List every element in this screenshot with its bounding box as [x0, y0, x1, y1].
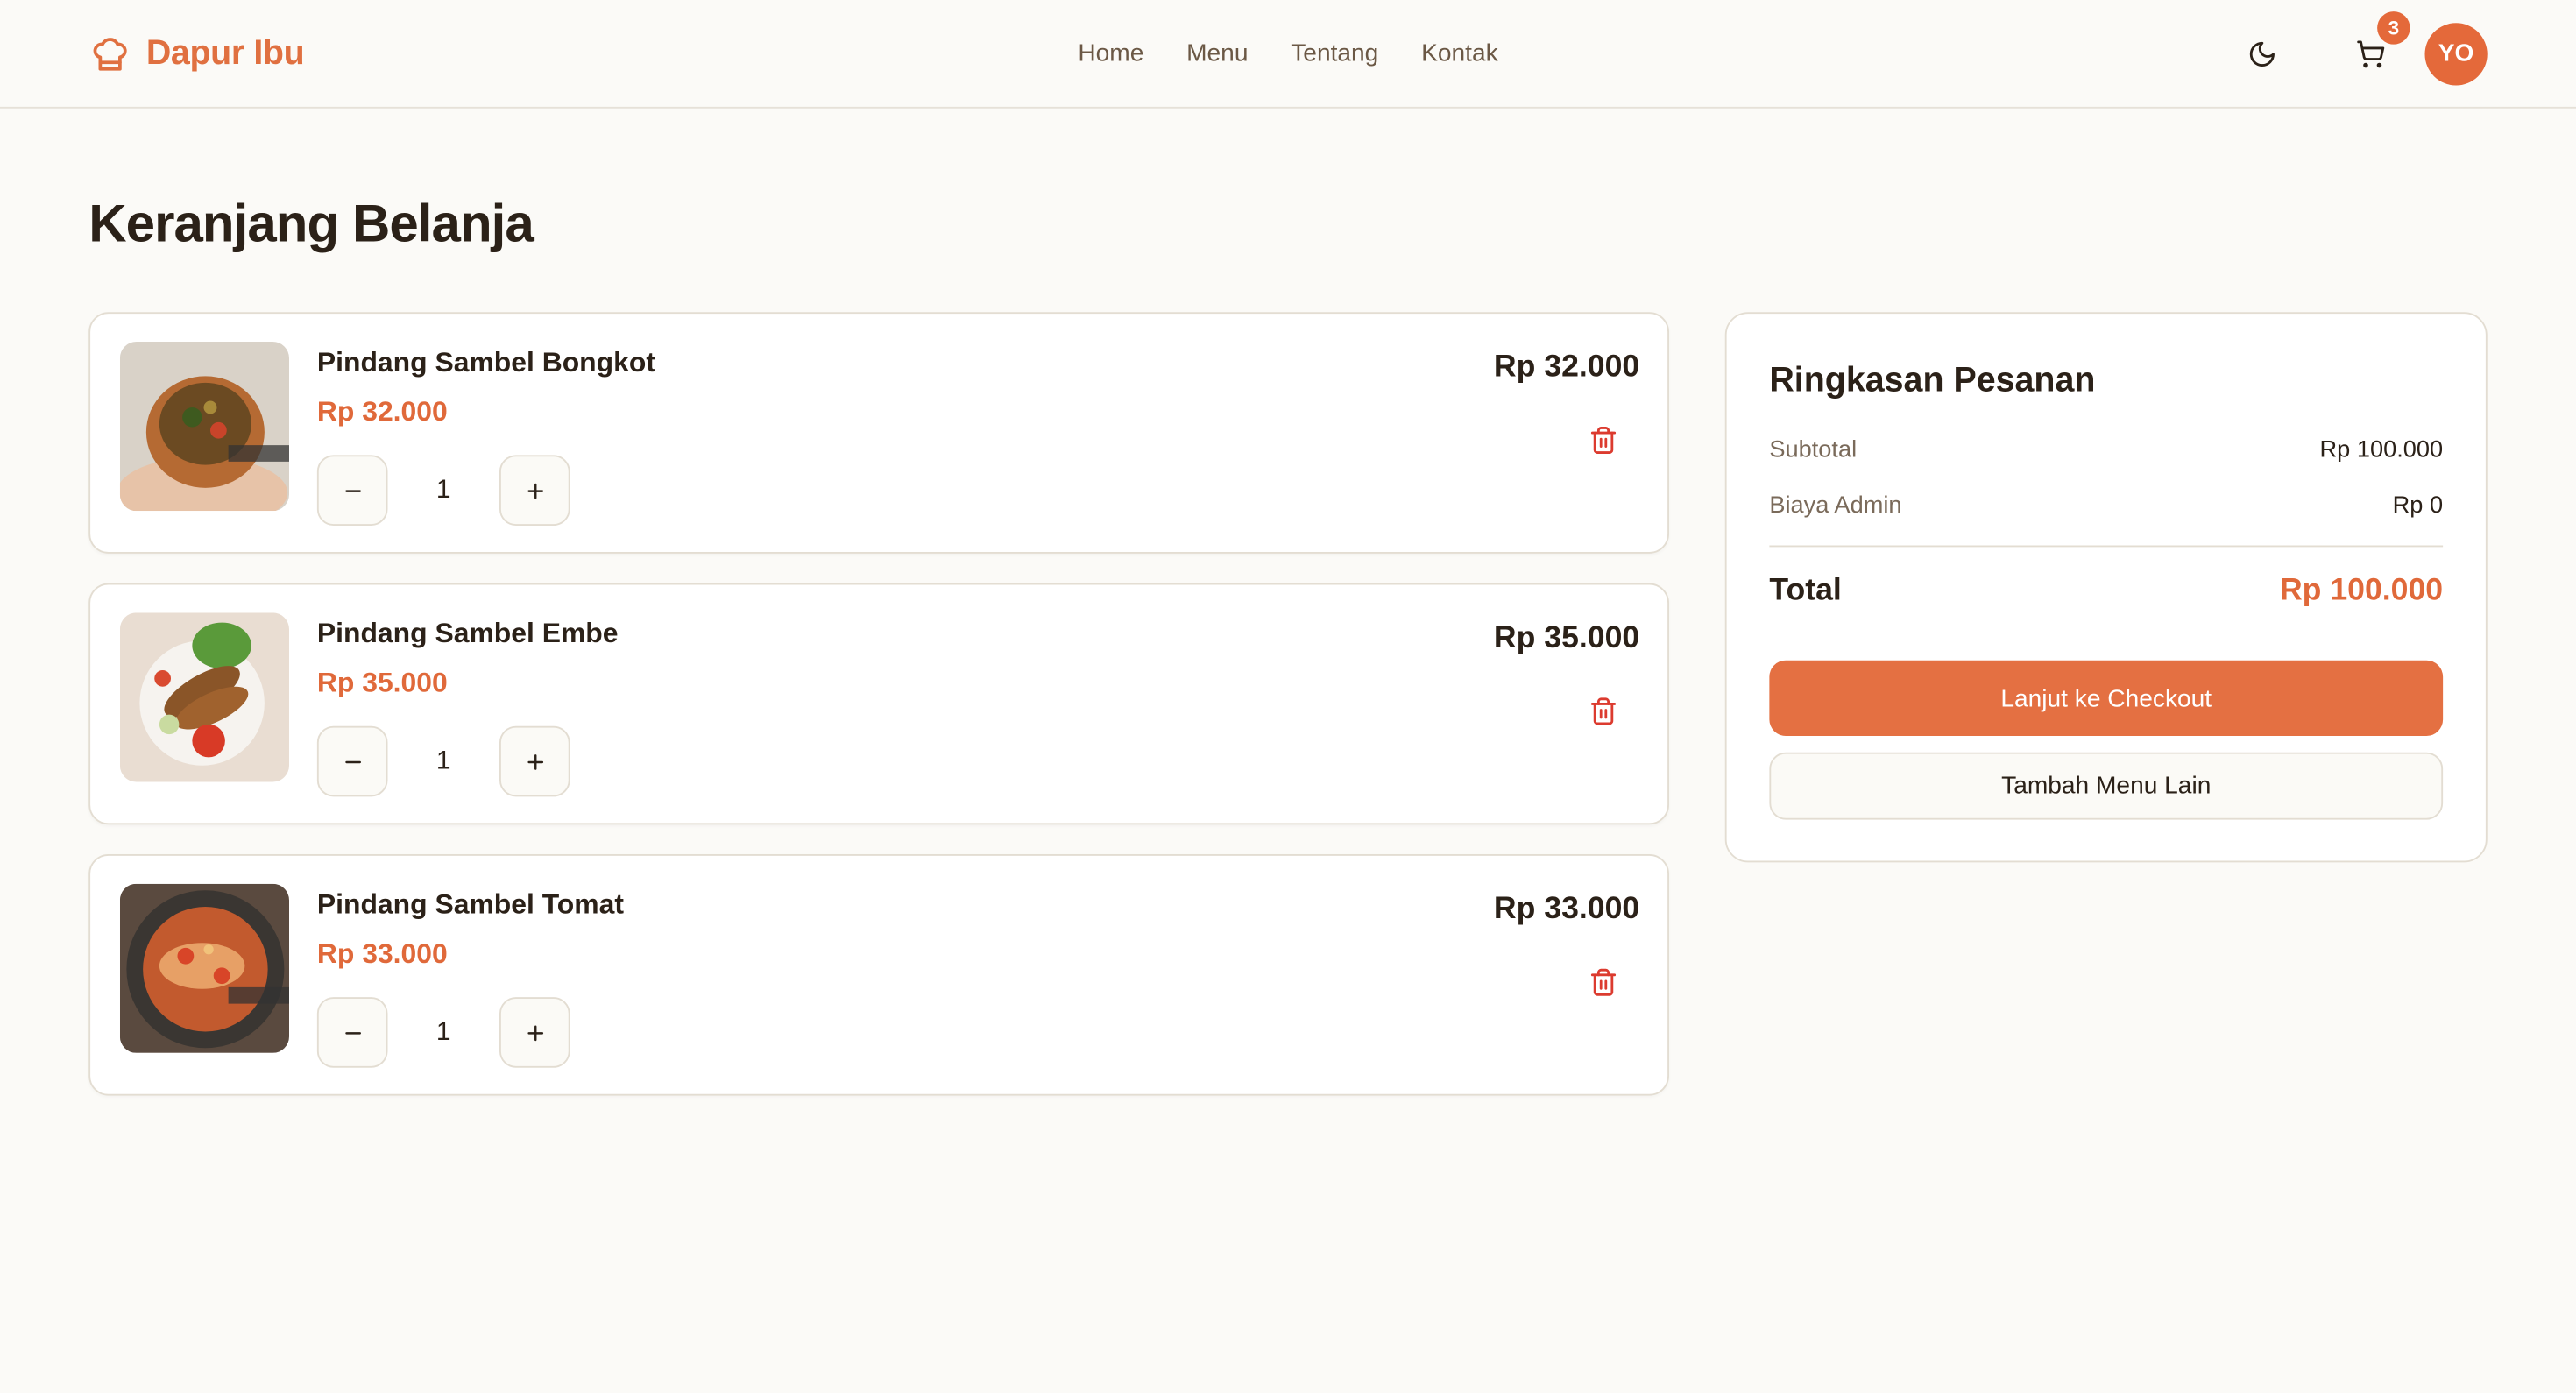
item-line-total: Rp 35.000 [1493, 620, 1640, 656]
item-image [119, 883, 289, 1053]
quantity-value: 1 [435, 475, 451, 504]
admin-fee-value: Rp 0 [2392, 492, 2444, 520]
top-navbar: Dapur Ibu Home Menu Tentang Kontak 3 YO [0, 0, 2576, 109]
nav-link-tentang[interactable]: Tentang [1291, 39, 1378, 67]
increase-quantity-button[interactable] [499, 455, 570, 526]
increase-quantity-button[interactable] [499, 997, 570, 1068]
user-avatar[interactable]: YO [2424, 22, 2488, 85]
minus-icon [344, 489, 361, 491]
quantity-stepper: 1 [316, 725, 570, 797]
item-line-total: Rp 32.000 [1493, 350, 1640, 385]
cart-count-badge: 3 [2377, 11, 2410, 44]
item-image [119, 342, 289, 512]
page: Dapur Ibu Home Menu Tentang Kontak 3 YO [0, 0, 2576, 1393]
quantity-value: 1 [435, 746, 451, 775]
item-name: Pindang Sambel Tomat [316, 888, 624, 920]
nav-link-menu[interactable]: Menu [1186, 39, 1248, 67]
theme-toggle-button[interactable] [2231, 22, 2293, 84]
trash-icon [1590, 697, 1617, 725]
quantity-value: 1 [435, 1017, 451, 1046]
order-summary-card: Ringkasan Pesanan Subtotal Rp 100.000 Bi… [1724, 312, 2488, 863]
summary-title: Ringkasan Pesanan [1769, 361, 2096, 400]
subtotal-value: Rp 100.000 [2319, 436, 2444, 463]
cart-items-list: Pindang Sambel Bongkot Rp 32.000 1 Rp 32… [88, 312, 1669, 1096]
page-title: Keranjang Belanja [88, 194, 534, 253]
checkout-button[interactable]: Lanjut ke Checkout [1769, 660, 2444, 736]
decrease-quantity-button[interactable] [316, 725, 388, 797]
total-label: Total [1769, 573, 1842, 608]
item-name: Pindang Sambel Bongkot [316, 346, 655, 378]
cart-item: Pindang Sambel Tomat Rp 33.000 1 Rp 33.0… [88, 854, 1669, 1096]
increase-quantity-button[interactable] [499, 725, 570, 797]
item-unit-price: Rp 33.000 [316, 937, 448, 970]
cart-button[interactable]: 3 [2339, 11, 2410, 84]
item-name: Pindang Sambel Embe [316, 618, 619, 649]
cart-item: Pindang Sambel Bongkot Rp 32.000 1 Rp 32… [88, 312, 1669, 554]
item-unit-price: Rp 32.000 [316, 395, 448, 428]
total-value: Rp 100.000 [2279, 573, 2444, 608]
quantity-stepper: 1 [316, 997, 570, 1068]
item-unit-price: Rp 35.000 [316, 667, 448, 698]
total-row: Total Rp 100.000 [1769, 573, 2443, 609]
admin-fee-row: Biaya Admin Rp 0 [1769, 493, 2443, 520]
summary-divider [1769, 545, 2444, 548]
admin-fee-label: Biaya Admin [1769, 492, 1902, 520]
moon-icon [2249, 40, 2275, 66]
cart-item: Pindang Sambel Embe Rp 35.000 1 Rp 35.00… [88, 583, 1669, 825]
subtotal-row: Subtotal Rp 100.000 [1769, 437, 2443, 463]
chef-hat-icon [93, 37, 127, 70]
add-more-menu-button[interactable]: Tambah Menu Lain [1769, 752, 2444, 820]
header-actions: 3 YO [2231, 11, 2488, 85]
remove-item-button[interactable] [1589, 696, 1618, 726]
quantity-stepper: 1 [316, 455, 570, 526]
plus-icon [527, 1024, 543, 1041]
trash-icon [1590, 968, 1617, 996]
trash-icon [1590, 427, 1617, 454]
minus-icon [344, 1031, 361, 1034]
minus-icon [344, 760, 361, 763]
subtotal-label: Subtotal [1769, 436, 1858, 463]
main-nav: Home Menu Tentang Kontak [1078, 39, 1497, 67]
item-line-total: Rp 33.000 [1493, 892, 1640, 927]
decrease-quantity-button[interactable] [316, 455, 388, 526]
item-image [119, 612, 289, 782]
plus-icon [527, 482, 543, 499]
brand-name: Dapur Ibu [145, 33, 305, 72]
plus-icon [527, 753, 543, 769]
remove-item-button[interactable] [1589, 967, 1618, 997]
cart-icon [2357, 39, 2385, 67]
decrease-quantity-button[interactable] [316, 997, 388, 1068]
remove-item-button[interactable] [1589, 426, 1618, 456]
brand[interactable]: Dapur Ibu [90, 33, 305, 73]
nav-link-kontak[interactable]: Kontak [1421, 39, 1498, 67]
nav-link-home[interactable]: Home [1078, 39, 1143, 67]
